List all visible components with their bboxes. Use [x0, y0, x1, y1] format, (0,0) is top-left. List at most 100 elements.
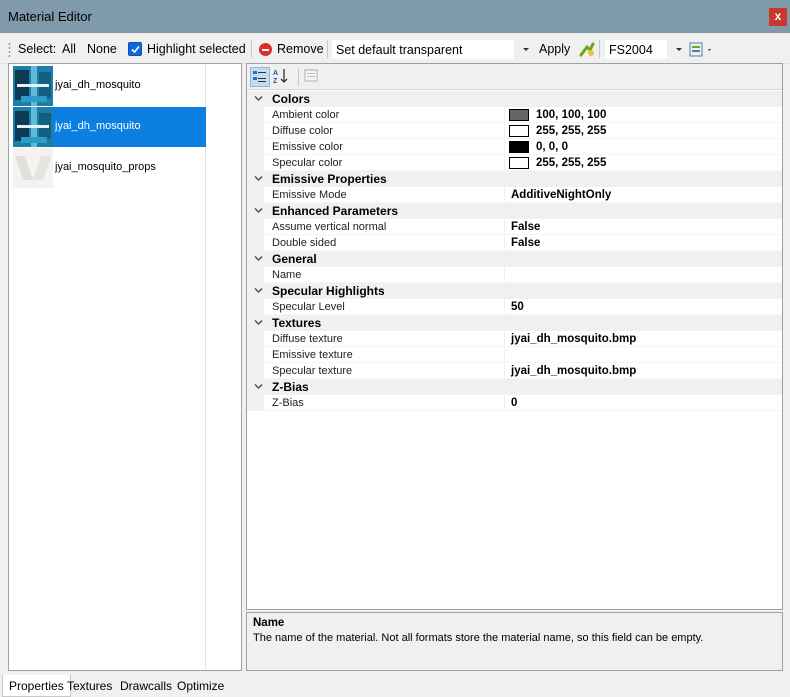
- description-title: Name: [253, 617, 285, 629]
- row-gutter: [247, 219, 264, 235]
- chevron-down-icon[interactable]: [254, 382, 263, 391]
- property-value[interactable]: AdditiveNightOnly: [506, 187, 782, 203]
- property-name: Specular color: [264, 155, 505, 171]
- highlight-selected-label[interactable]: Highlight selected: [147, 42, 246, 56]
- material-thumbnail: [13, 66, 53, 106]
- property-value[interactable]: [506, 267, 782, 283]
- property-value[interactable]: False: [506, 219, 782, 235]
- chevron-down-icon[interactable]: [254, 254, 263, 263]
- row-gutter: [247, 267, 264, 283]
- property-row[interactable]: Z-Bias 0: [247, 395, 782, 411]
- tab-optimize[interactable]: Optimize: [171, 675, 230, 697]
- remove-icon[interactable]: [259, 43, 272, 56]
- category-row[interactable]: Emissive Properties: [247, 171, 782, 187]
- property-value[interactable]: 50: [506, 299, 782, 315]
- row-gutter: [247, 395, 264, 411]
- property-pages-button[interactable]: [302, 67, 322, 87]
- remove-button[interactable]: Remove: [277, 42, 324, 56]
- checkmark-icon: [131, 45, 140, 54]
- tab-drawcalls[interactable]: Drawcalls: [114, 675, 178, 697]
- apply-icon[interactable]: [578, 41, 595, 58]
- property-row[interactable]: Emissive texture: [247, 347, 782, 363]
- property-value[interactable]: 0, 0, 0: [506, 139, 782, 155]
- chevron-down-icon[interactable]: [254, 286, 263, 295]
- property-row[interactable]: Specular color 255, 255, 255: [247, 155, 782, 171]
- category-label: Colors: [272, 92, 311, 106]
- svg-text:A: A: [273, 70, 278, 77]
- property-value[interactable]: 0: [506, 395, 782, 411]
- category-label: Enhanced Parameters: [272, 204, 399, 218]
- chevron-down-icon[interactable]: [523, 48, 529, 51]
- property-grid: A Z Colors Ambient color 100, 100, 100 Diff…: [246, 63, 783, 610]
- category-row[interactable]: Z-Bias: [247, 379, 782, 395]
- material-name: jyai_mosquito_props: [55, 161, 156, 173]
- property-row[interactable]: Assume vertical normal False: [247, 219, 782, 235]
- category-row[interactable]: Specular Highlights: [247, 283, 782, 299]
- material-item-selected[interactable]: jyai_dh_mosquito: [13, 107, 206, 147]
- property-name: Diffuse texture: [264, 331, 505, 347]
- property-row[interactable]: Specular Level 50: [247, 299, 782, 315]
- property-value[interactable]: jyai_dh_mosquito.bmp: [506, 331, 782, 347]
- property-value[interactable]: jyai_dh_mosquito.bmp: [506, 363, 782, 379]
- category-row[interactable]: Enhanced Parameters: [247, 203, 782, 219]
- material-list[interactable]: jyai_dh_mosquito jyai_dh_mosquito jyai_m…: [8, 63, 242, 671]
- row-gutter: [247, 187, 264, 203]
- chevron-down-icon[interactable]: [676, 48, 682, 51]
- export-icon[interactable]: [689, 41, 713, 58]
- chevron-down-icon[interactable]: [254, 318, 263, 327]
- property-name: Emissive texture: [264, 347, 505, 363]
- property-row[interactable]: Specular texture jyai_dh_mosquito.bmp: [247, 363, 782, 379]
- tab-textures[interactable]: Textures: [61, 675, 118, 697]
- property-name: Emissive Mode: [264, 187, 505, 203]
- property-row[interactable]: Name: [247, 267, 782, 283]
- property-value[interactable]: False: [506, 235, 782, 251]
- chevron-down-icon[interactable]: [254, 174, 263, 183]
- material-item[interactable]: jyai_mosquito_props: [13, 148, 206, 188]
- description-panel: Name The name of the material. Not all f…: [246, 612, 783, 671]
- property-row[interactable]: Diffuse texture jyai_dh_mosquito.bmp: [247, 331, 782, 347]
- row-gutter: [247, 107, 264, 123]
- row-gutter: [247, 363, 264, 379]
- sort-az-icon: A Z: [273, 69, 288, 85]
- select-all-button[interactable]: All: [62, 42, 76, 56]
- category-row[interactable]: General: [247, 251, 782, 267]
- toolbar-separator: [327, 40, 328, 58]
- categorized-view-button[interactable]: [250, 67, 270, 87]
- material-thumbnail: [13, 148, 53, 188]
- window-title: Material Editor: [8, 9, 92, 24]
- format-dropdown[interactable]: FS2004: [605, 40, 667, 59]
- toolbar-grip-icon[interactable]: [8, 42, 11, 58]
- category-label: Z-Bias: [272, 380, 309, 394]
- property-row[interactable]: Diffuse color 255, 255, 255: [247, 123, 782, 139]
- property-value[interactable]: [506, 347, 782, 363]
- property-row[interactable]: Emissive color 0, 0, 0: [247, 139, 782, 155]
- preset-dropdown[interactable]: Set default transparent: [332, 40, 514, 59]
- description-text: The name of the material. Not all format…: [253, 632, 704, 644]
- category-label: General: [272, 252, 317, 266]
- property-value[interactable]: 255, 255, 255: [506, 155, 782, 171]
- property-row[interactable]: Ambient color 100, 100, 100: [247, 107, 782, 123]
- chevron-down-icon[interactable]: [254, 94, 263, 103]
- property-value[interactable]: 100, 100, 100: [506, 107, 782, 123]
- apply-button[interactable]: Apply: [539, 42, 570, 56]
- close-button[interactable]: x: [769, 8, 787, 26]
- material-item[interactable]: jyai_dh_mosquito: [13, 66, 206, 106]
- chevron-down-icon[interactable]: [254, 206, 263, 215]
- select-none-button[interactable]: None: [87, 42, 117, 56]
- property-row[interactable]: Emissive Mode AdditiveNightOnly: [247, 187, 782, 203]
- title-bar: Material Editor x: [0, 0, 790, 33]
- property-row[interactable]: Double sided False: [247, 235, 782, 251]
- material-thumbnail: [13, 107, 53, 147]
- category-label: Emissive Properties: [272, 172, 387, 186]
- category-row[interactable]: Colors: [247, 91, 782, 107]
- property-name: Name: [264, 267, 505, 283]
- highlight-selected-checkbox[interactable]: [128, 42, 142, 56]
- property-value[interactable]: 255, 255, 255: [506, 123, 782, 139]
- svg-text:Z: Z: [273, 78, 278, 85]
- row-gutter: [247, 347, 264, 363]
- tab-bar: Properties Textures Drawcalls Optimize: [0, 675, 790, 697]
- alphabetical-view-button[interactable]: A Z: [272, 67, 292, 87]
- categorized-icon: [253, 71, 266, 82]
- category-row[interactable]: Textures: [247, 315, 782, 331]
- toolbar-separator: [599, 40, 600, 58]
